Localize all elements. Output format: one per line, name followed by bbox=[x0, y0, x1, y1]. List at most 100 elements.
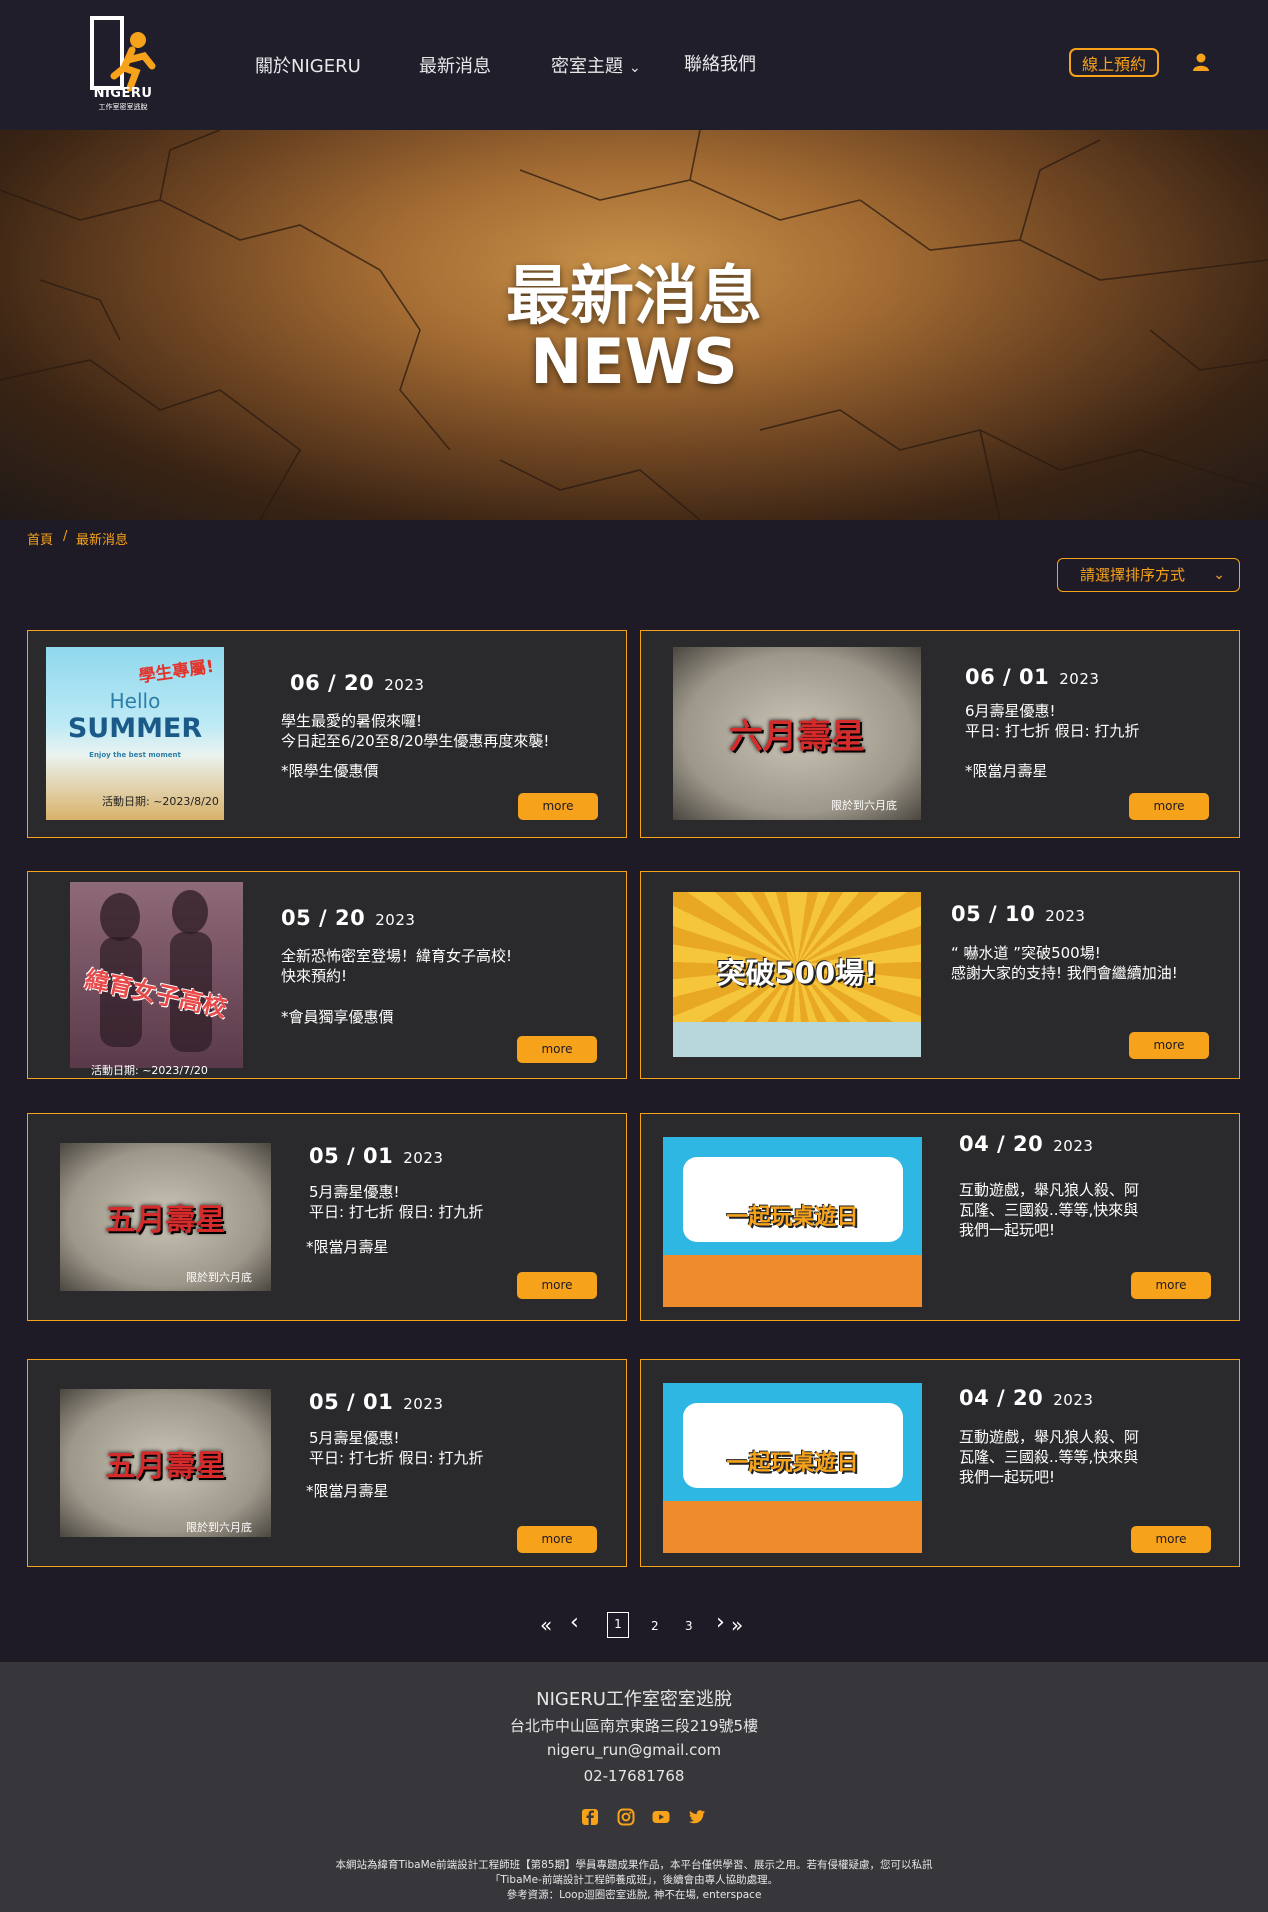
thumb-caption: 限於到六月底 bbox=[186, 1271, 252, 1284]
instagram-icon[interactable] bbox=[617, 1808, 635, 1826]
news-date-day: 05 / 01 bbox=[309, 1144, 394, 1168]
news-note: *會員獨享優惠價 bbox=[281, 1008, 394, 1026]
news-date-day: 04 / 20 bbox=[959, 1132, 1044, 1156]
chevron-down-icon: ⌄ bbox=[629, 60, 641, 76]
news-description: 5月壽星優惠! 平日: 打七折 假日: 打九折 bbox=[309, 1429, 484, 1467]
page-2[interactable]: 2 bbox=[651, 1619, 659, 1633]
news-thumbnail: 突破500場! bbox=[673, 892, 921, 1057]
news-note: *限當月壽星 bbox=[306, 1238, 389, 1256]
news-thumbnail: 學生專屬! Hello SUMMER Enjoy the best moment… bbox=[46, 647, 224, 820]
last-page-icon[interactable]: » bbox=[731, 1613, 743, 1637]
thumb-hello: Hello bbox=[109, 689, 161, 713]
news-date-year: 2023 bbox=[375, 911, 416, 929]
logo-icon[interactable] bbox=[88, 16, 158, 116]
more-button[interactable]: more bbox=[1131, 1272, 1211, 1299]
news-date: 06 / 20 2023 bbox=[290, 671, 424, 695]
news-date: 05 / 01 2023 bbox=[309, 1144, 443, 1168]
news-description: 6月壽星優惠! 平日: 打七折 假日: 打九折 bbox=[965, 702, 1140, 740]
news-date-day: 04 / 20 bbox=[959, 1386, 1044, 1410]
news-card: 五月壽星 限於到六月底 05 / 01 2023 5月壽星優惠! 平日: 打七折 … bbox=[27, 1359, 627, 1567]
news-thumbnail: 一起玩桌遊日 bbox=[663, 1383, 922, 1553]
news-card: 學生專屬! Hello SUMMER Enjoy the best moment… bbox=[27, 630, 627, 838]
news-date-year: 2023 bbox=[384, 676, 425, 694]
news-date-year: 2023 bbox=[1053, 1391, 1094, 1409]
news-description: 5月壽星優惠! 平日: 打七折 假日: 打九折 bbox=[309, 1183, 484, 1221]
news-date-year: 2023 bbox=[1059, 670, 1100, 688]
thumb-title: 一起玩桌遊日 bbox=[726, 1451, 859, 1476]
hero-banner: 最新消息 NEWS bbox=[0, 130, 1268, 520]
thumb-board bbox=[663, 1501, 922, 1553]
nav-contact[interactable]: 聯絡我們 bbox=[684, 50, 756, 76]
news-card: 六月壽星 限於到六月底 06 / 01 2023 6月壽星優惠! 平日: 打七折 … bbox=[640, 630, 1240, 838]
news-description: “ 嚇水道 ”突破500場! 感謝大家的支持! 我們會繼續加油! bbox=[951, 944, 1178, 982]
news-date-day: 06 / 20 bbox=[290, 671, 375, 695]
news-note: *限當月壽星 bbox=[965, 762, 1048, 780]
nav-themes-label: 密室主題 bbox=[551, 56, 623, 77]
news-description: 互動遊戲，舉凡狼人殺、阿 瓦隆、三國殺..等等,快來與 我們一起玩吧! bbox=[959, 1181, 1140, 1239]
sort-select-label: 請選擇排序方式 bbox=[1080, 566, 1186, 584]
thumb-tag: 學生專屬! bbox=[137, 656, 216, 688]
news-thumbnail: 緯育女子高校 bbox=[70, 882, 243, 1068]
youtube-icon[interactable] bbox=[652, 1808, 670, 1826]
news-date-day: 05 / 01 bbox=[309, 1390, 394, 1414]
more-button[interactable]: more bbox=[1129, 1032, 1209, 1059]
thumb-caption: 限於到六月底 bbox=[831, 799, 897, 812]
news-date: 06 / 01 2023 bbox=[965, 665, 1099, 689]
news-card: 一起玩桌遊日 04 / 20 2023 互動遊戲，舉凡狼人殺、阿 瓦隆、三國殺..… bbox=[640, 1359, 1240, 1567]
twitter-icon[interactable] bbox=[688, 1808, 706, 1826]
news-date: 04 / 20 2023 bbox=[959, 1386, 1093, 1410]
thumb-caption: 活動日期: ~2023/8/20 bbox=[102, 795, 219, 808]
more-button[interactable]: more bbox=[1129, 793, 1209, 820]
footer-email[interactable]: nigeru_run@gmail.com bbox=[0, 1741, 1268, 1759]
logo-text: NIGERU bbox=[93, 86, 153, 101]
first-page-icon[interactable]: « bbox=[540, 1613, 552, 1637]
prev-page-icon[interactable]: ‹ bbox=[570, 1610, 579, 1635]
news-card: 緯育女子高校 活動日期: ~2023/7/20 05 / 20 2023 全新恐怖… bbox=[27, 871, 627, 1079]
footer-disclaimer-3: 參考資源：Loop迴圈密室逃脫, 神不在場, enterspace bbox=[506, 1889, 762, 1901]
news-note: *限學生優惠價 bbox=[281, 762, 379, 780]
news-note: *限當月壽星 bbox=[306, 1482, 389, 1500]
page-3[interactable]: 3 bbox=[685, 1619, 693, 1633]
footer-phone: 02-17681768 bbox=[583, 1767, 685, 1785]
news-thumbnail: 六月壽星 限於到六月底 bbox=[673, 647, 921, 820]
thumb-caption: 限於到六月底 bbox=[186, 1521, 252, 1534]
news-date: 05 / 01 2023 bbox=[309, 1390, 443, 1414]
news-date: 04 / 20 2023 bbox=[959, 1132, 1093, 1156]
news-date-year: 2023 bbox=[403, 1395, 444, 1413]
hero-title-zh: 最新消息 bbox=[506, 260, 762, 334]
next-page-icon[interactable]: › bbox=[716, 1610, 725, 1635]
news-thumbnail: 五月壽星 限於到六月底 bbox=[60, 1389, 271, 1537]
more-button[interactable]: more bbox=[518, 793, 598, 820]
thumb-title: 五月壽星 bbox=[105, 1203, 226, 1238]
more-button[interactable]: more bbox=[517, 1272, 597, 1299]
logo-subtitle: 工作室密室逃脫 bbox=[98, 103, 148, 111]
sort-select[interactable]: 請選擇排序方式 ⌄ bbox=[1057, 558, 1240, 592]
more-button[interactable]: more bbox=[517, 1526, 597, 1553]
facebook-icon[interactable] bbox=[581, 1808, 599, 1826]
page-1[interactable]: 1 bbox=[607, 1612, 629, 1638]
thumb-clouds bbox=[673, 1022, 921, 1057]
thumb-tagline: Enjoy the best moment bbox=[89, 751, 181, 759]
footer-disclaimer-1: 本網站為緯育TibaMe前端設計工程師班【第85期】學員專題成果作品，本平台僅供… bbox=[335, 1859, 933, 1871]
news-card: 突破500場! 05 / 10 2023 “ 嚇水道 ”突破500場! 感謝大家的… bbox=[640, 871, 1240, 1079]
thumb-title: 五月壽星 bbox=[105, 1449, 226, 1484]
site-header: NIGERU 工作室密室逃脫 關於NIGERU 最新消息 密室主題 ⌄ 聯絡我們 … bbox=[0, 0, 1268, 130]
news-date: 05 / 10 2023 bbox=[951, 902, 1085, 926]
news-thumbnail: 一起玩桌遊日 bbox=[663, 1137, 922, 1307]
nav-about[interactable]: 關於NIGERU bbox=[255, 52, 361, 78]
user-icon[interactable] bbox=[1191, 52, 1211, 72]
news-description: 互動遊戲，舉凡狼人殺、阿 瓦隆、三國殺..等等,快來與 我們一起玩吧! bbox=[959, 1428, 1140, 1486]
news-thumbnail: 五月壽星 限於到六月底 bbox=[60, 1143, 271, 1291]
breadcrumb-home[interactable]: 首頁 bbox=[27, 529, 53, 548]
news-date-year: 2023 bbox=[403, 1149, 444, 1167]
book-online-button[interactable]: 線上預約 bbox=[1069, 48, 1159, 77]
nav-themes[interactable]: 密室主題 ⌄ bbox=[551, 52, 641, 78]
footer-disclaimer-2: 「TibaMe-前端設計工程師養成班」，後續會由專人協助處理。 bbox=[489, 1874, 779, 1886]
nav-news[interactable]: 最新消息 bbox=[419, 52, 491, 78]
thumb-caption: 活動日期: ~2023/7/20 bbox=[91, 1064, 208, 1077]
more-button[interactable]: more bbox=[517, 1036, 597, 1063]
thumb-board bbox=[663, 1255, 922, 1307]
more-button[interactable]: more bbox=[1131, 1526, 1211, 1553]
news-date: 05 / 20 2023 bbox=[281, 906, 415, 930]
news-date-day: 06 / 01 bbox=[965, 665, 1050, 689]
